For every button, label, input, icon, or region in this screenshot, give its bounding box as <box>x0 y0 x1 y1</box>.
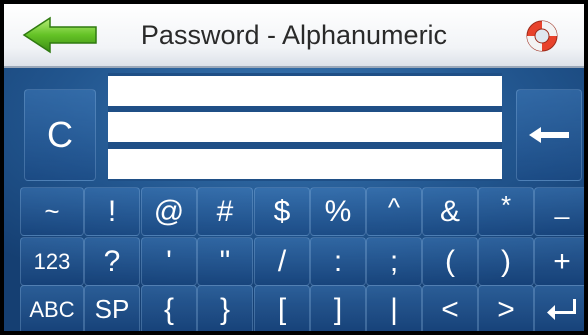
key-alpha-mode[interactable]: ABC <box>20 285 84 331</box>
password-dialog: Password - Alphanumeric C ~! @ # $% ^ & * _ 123?… <box>0 0 588 335</box>
password-field-line-1[interactable] <box>108 76 502 106</box>
key-right-paren[interactable]: ) <box>478 237 534 286</box>
password-input[interactable] <box>108 73 502 181</box>
key-left-brace[interactable]: { <box>141 285 197 331</box>
key-label: % <box>324 194 352 228</box>
key-label: & <box>439 194 460 228</box>
key-label: ! <box>107 194 117 228</box>
key-label: } <box>219 292 231 326</box>
password-field-line-3[interactable] <box>108 149 502 179</box>
key-at[interactable]: @ <box>141 187 197 236</box>
key-ampersand[interactable]: & <box>422 187 478 236</box>
key-semicolon[interactable]: ; <box>366 237 422 286</box>
key-exclamation[interactable]: ! <box>84 187 140 236</box>
key-less-than[interactable]: < <box>422 285 478 331</box>
key-greater-than[interactable]: > <box>478 285 534 331</box>
key-label: : <box>333 244 343 278</box>
key-label: | <box>390 292 398 326</box>
key-label: ; <box>389 244 399 278</box>
key-tilde[interactable]: ~ <box>20 187 84 236</box>
key-label: _ <box>554 190 570 220</box>
key-apostrophe[interactable]: ' <box>141 237 197 286</box>
key-asterisk[interactable]: * <box>478 187 534 236</box>
key-numeric-mode[interactable]: 123 <box>20 237 84 286</box>
key-label: ] <box>333 292 343 326</box>
key-label: " <box>219 244 231 278</box>
key-caret[interactable]: ^ <box>366 187 422 236</box>
help-button[interactable] <box>524 18 560 54</box>
backspace-button[interactable] <box>516 89 582 181</box>
key-left-bracket[interactable]: [ <box>254 285 310 331</box>
key-label: < <box>441 292 459 326</box>
key-space[interactable]: SP <box>84 285 140 331</box>
key-label: > <box>497 292 515 326</box>
key-underscore[interactable]: _ <box>534 187 584 236</box>
key-question[interactable]: ? <box>84 237 140 286</box>
page-title: Password - Alphanumeric <box>140 20 448 50</box>
key-label: ( <box>445 244 455 278</box>
backspace-arrow-icon <box>529 127 569 143</box>
key-label: ? <box>103 244 121 278</box>
lifebuoy-icon <box>526 20 558 52</box>
enter-key[interactable] <box>534 285 584 331</box>
key-label: ~ <box>44 196 60 226</box>
key-quote[interactable]: " <box>197 237 253 286</box>
green-left-arrow-icon <box>22 16 97 54</box>
key-plus[interactable]: + <box>534 237 584 286</box>
key-dollar[interactable]: $ <box>254 187 310 236</box>
key-label: + <box>553 244 571 278</box>
clear-button-label: C <box>47 114 73 155</box>
clear-button[interactable]: C <box>24 89 96 181</box>
key-label: [ <box>277 292 287 326</box>
back-button[interactable] <box>22 16 100 54</box>
key-label: # <box>216 194 234 228</box>
key-left-paren[interactable]: ( <box>422 237 478 286</box>
key-colon[interactable]: : <box>310 237 366 286</box>
key-label: / <box>277 244 287 278</box>
title-bar: Password - Alphanumeric <box>4 4 584 68</box>
key-label: 123 <box>33 248 71 274</box>
key-hash[interactable]: # <box>197 187 253 236</box>
key-percent[interactable]: % <box>310 187 366 236</box>
key-label: ' <box>166 244 172 278</box>
password-field-line-2[interactable] <box>108 112 502 142</box>
key-slash[interactable]: / <box>254 237 310 286</box>
key-right-bracket[interactable]: ] <box>310 285 366 331</box>
key-label: @ <box>153 194 185 228</box>
key-pipe[interactable]: | <box>366 285 422 331</box>
key-label: ^ <box>387 192 401 222</box>
key-label: { <box>163 292 175 326</box>
enter-key-icon <box>547 298 576 320</box>
key-label: ABC <box>29 296 75 322</box>
key-right-brace[interactable]: } <box>197 285 253 331</box>
key-label: ) <box>501 244 511 278</box>
key-label: $ <box>273 194 291 228</box>
key-label: * <box>500 190 512 220</box>
key-label: SP <box>94 294 130 324</box>
